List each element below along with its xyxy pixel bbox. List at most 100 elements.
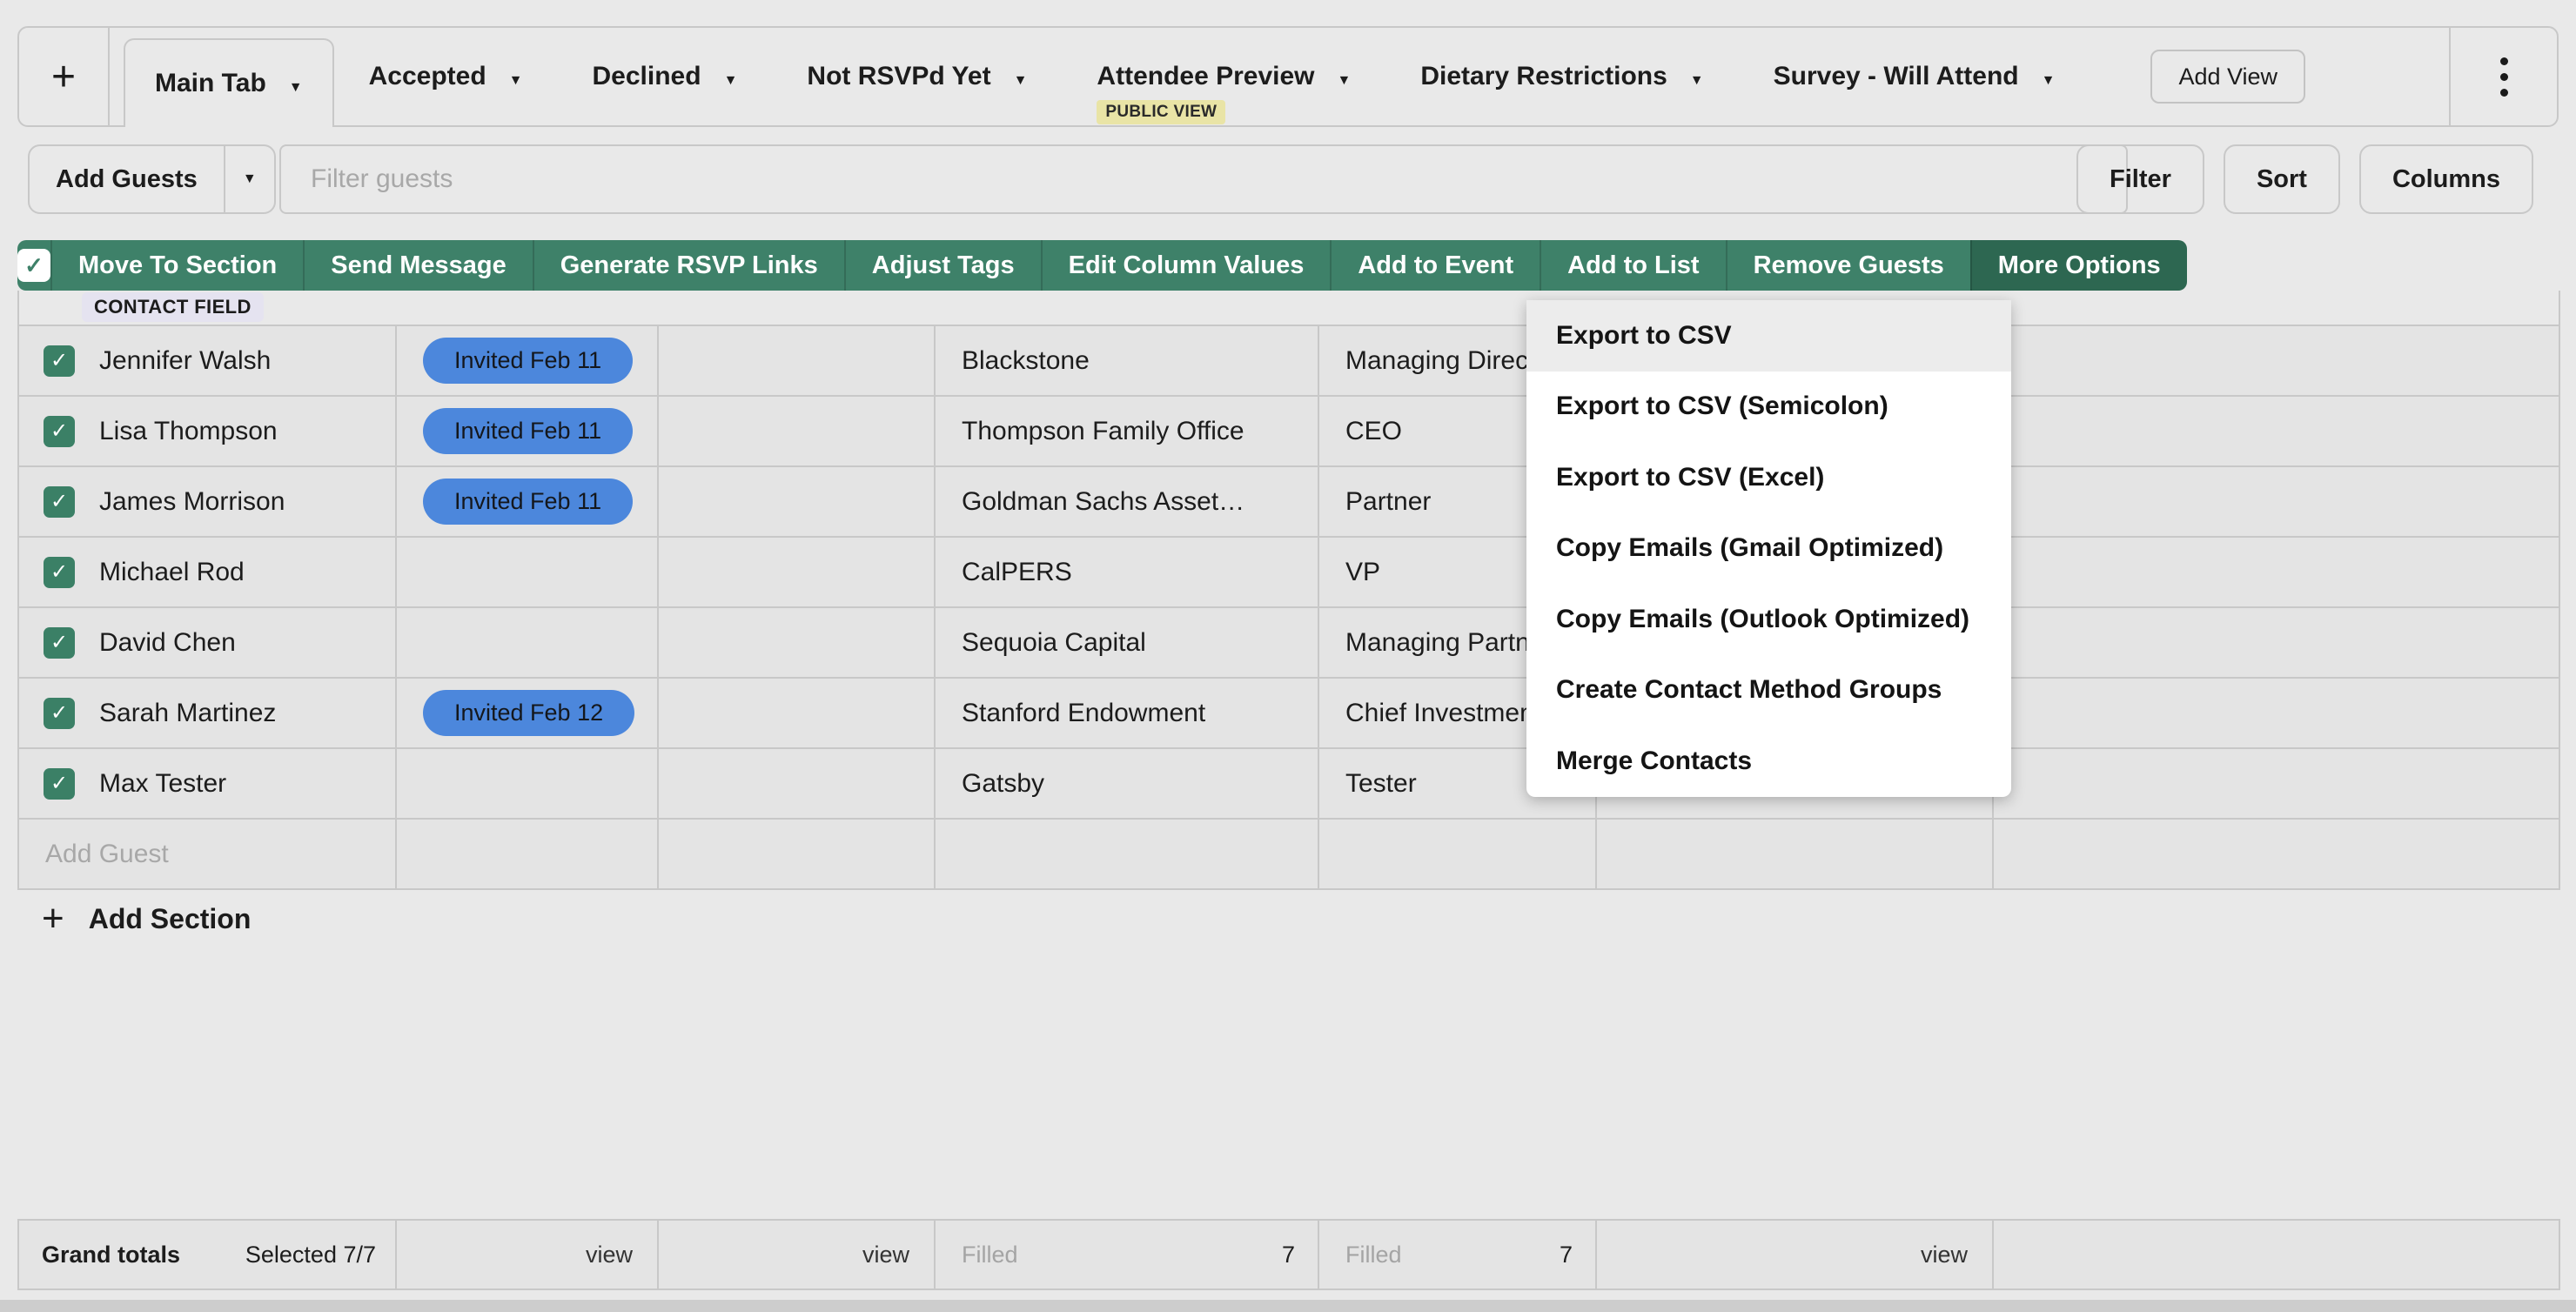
view-tab[interactable]: Accepted bbox=[334, 28, 558, 125]
empty-cell[interactable] bbox=[1994, 538, 2559, 606]
empty-cell[interactable] bbox=[1597, 820, 1994, 888]
chevron-down-icon bbox=[724, 62, 738, 91]
empty-cell[interactable] bbox=[659, 538, 936, 606]
empty-cell[interactable] bbox=[1994, 467, 2559, 536]
view-tab-label: Attendee Preview bbox=[1097, 62, 1314, 91]
invite-status-cell[interactable] bbox=[397, 749, 659, 818]
add-guests-split-button[interactable]: Add Guests bbox=[28, 144, 276, 214]
invite-status-cell[interactable]: Invited Feb 11 bbox=[397, 326, 659, 395]
bulk-action-button[interactable]: Adjust Tags bbox=[844, 240, 1041, 291]
menu-item[interactable]: Export to CSV (Semicolon) bbox=[1526, 372, 2011, 443]
empty-cell[interactable] bbox=[659, 820, 936, 888]
view-tab[interactable]: Not RSVPd Yet bbox=[772, 28, 1062, 125]
bulk-action-button[interactable]: More Options bbox=[1970, 240, 2187, 291]
guest-name-cell[interactable]: Jennifer Walsh bbox=[19, 326, 397, 395]
table-row: Max Tester Gatsby Tester bbox=[19, 749, 2559, 820]
empty-cell[interactable] bbox=[659, 608, 936, 677]
invite-status-cell[interactable]: Invited Feb 12 bbox=[397, 679, 659, 747]
empty-cell[interactable] bbox=[1994, 679, 2559, 747]
guest-name-cell[interactable]: Sarah Martinez bbox=[19, 679, 397, 747]
menu-item[interactable]: Export to CSV (Excel) bbox=[1526, 442, 2011, 513]
menu-item[interactable]: Merge Contacts bbox=[1526, 726, 2011, 797]
empty-cell[interactable] bbox=[1994, 397, 2559, 465]
company-cell[interactable]: Goldman Sachs Asset… bbox=[936, 467, 1319, 536]
bulk-action-button[interactable]: Send Message bbox=[303, 240, 532, 291]
col6-summary[interactable]: view bbox=[1597, 1221, 1994, 1289]
empty-cell[interactable] bbox=[1994, 608, 2559, 677]
row-checkbox[interactable] bbox=[44, 486, 75, 518]
add-guests-label[interactable]: Add Guests bbox=[30, 146, 224, 212]
empty-cell[interactable] bbox=[659, 326, 936, 395]
empty-cell[interactable] bbox=[1319, 820, 1597, 888]
empty-cell[interactable] bbox=[659, 749, 936, 818]
empty-cell[interactable] bbox=[1994, 820, 2559, 888]
company-col-summary[interactable]: Filled 7 bbox=[936, 1221, 1319, 1289]
empty-cell[interactable] bbox=[1994, 326, 2559, 395]
invite-status-badge: Invited Feb 11 bbox=[423, 479, 633, 525]
company-cell[interactable]: CalPERS bbox=[936, 538, 1319, 606]
invite-status-cell[interactable]: Invited Feb 11 bbox=[397, 467, 659, 536]
empty-cell[interactable] bbox=[397, 820, 659, 888]
add-guest-cell[interactable]: Add Guest bbox=[19, 820, 397, 888]
invite-col-summary[interactable]: view bbox=[397, 1221, 659, 1289]
table-row: Lisa Thompson Invited Feb 11 Thompson Fa… bbox=[19, 397, 2559, 467]
view-tab[interactable]: Attendee Preview PUBLIC VIEW bbox=[1062, 28, 1385, 125]
empty-cell[interactable] bbox=[1994, 749, 2559, 818]
empty-cell[interactable] bbox=[936, 820, 1319, 888]
row-checkbox[interactable] bbox=[44, 557, 75, 588]
invite-status-cell[interactable]: Invited Feb 11 bbox=[397, 397, 659, 465]
sort-button[interactable]: Sort bbox=[2224, 144, 2340, 214]
guest-name-cell[interactable]: Lisa Thompson bbox=[19, 397, 397, 465]
plus-icon bbox=[42, 900, 64, 938]
company-cell[interactable]: Thompson Family Office bbox=[936, 397, 1319, 465]
select-all-checkbox[interactable] bbox=[17, 249, 50, 282]
menu-item[interactable]: Create Contact Method Groups bbox=[1526, 655, 2011, 726]
add-view-button[interactable]: Add View bbox=[2150, 50, 2305, 104]
menu-item[interactable]: Copy Emails (Gmail Optimized) bbox=[1526, 513, 2011, 585]
empty-summary-cell bbox=[1994, 1221, 2559, 1289]
bulk-action-button[interactable]: Remove Guests bbox=[1726, 240, 1970, 291]
row-checkbox[interactable] bbox=[44, 698, 75, 729]
bulk-action-button[interactable]: Move To Section bbox=[50, 240, 303, 291]
columns-button[interactable]: Columns bbox=[2359, 144, 2533, 214]
add-guests-dropdown-button[interactable] bbox=[224, 146, 274, 212]
filter-button[interactable]: Filter bbox=[2076, 144, 2204, 214]
company-cell[interactable]: Gatsby bbox=[936, 749, 1319, 818]
more-options-menu: Export to CSVExport to CSV (Semicolon)Ex… bbox=[1526, 300, 2011, 797]
bulk-action-button[interactable]: Add to Event bbox=[1330, 240, 1540, 291]
row-checkbox[interactable] bbox=[44, 627, 75, 659]
overflow-menu-button[interactable] bbox=[2449, 28, 2557, 125]
title-col-summary[interactable]: Filled 7 bbox=[1319, 1221, 1597, 1289]
guest-name-cell[interactable]: David Chen bbox=[19, 608, 397, 677]
add-guest-row: Add Guest bbox=[19, 820, 2559, 890]
company-cell[interactable]: Blackstone bbox=[936, 326, 1319, 395]
add-tab-button[interactable]: + bbox=[19, 28, 110, 125]
chevron-down-icon bbox=[509, 62, 523, 91]
view-tab-label: Survey - Will Attend bbox=[1774, 62, 2019, 91]
filter-guests-input[interactable] bbox=[279, 144, 2128, 214]
add-section-button[interactable]: Add Section bbox=[42, 893, 251, 945]
invite-status-cell[interactable] bbox=[397, 538, 659, 606]
bulk-action-button[interactable]: Edit Column Values bbox=[1041, 240, 1331, 291]
row-checkbox[interactable] bbox=[44, 416, 75, 447]
invite-status-cell[interactable] bbox=[397, 608, 659, 677]
bulk-action-button[interactable]: Add to List bbox=[1540, 240, 1725, 291]
bulk-action-button[interactable]: Generate RSVP Links bbox=[533, 240, 844, 291]
menu-item[interactable]: Copy Emails (Outlook Optimized) bbox=[1526, 584, 2011, 655]
view-tab[interactable]: Declined bbox=[558, 28, 773, 125]
view-tab[interactable]: Main Tab bbox=[124, 38, 334, 127]
empty-cell[interactable] bbox=[659, 467, 936, 536]
guest-name-cell[interactable]: Max Tester bbox=[19, 749, 397, 818]
guest-name-cell[interactable]: Michael Rod bbox=[19, 538, 397, 606]
empty-cell[interactable] bbox=[659, 397, 936, 465]
view-tab[interactable]: Dietary Restrictions bbox=[1385, 28, 1738, 125]
guest-name-cell[interactable]: James Morrison bbox=[19, 467, 397, 536]
company-cell[interactable]: Sequoia Capital bbox=[936, 608, 1319, 677]
company-cell[interactable]: Stanford Endowment bbox=[936, 679, 1319, 747]
row-checkbox[interactable] bbox=[44, 768, 75, 800]
view-tab[interactable]: Survey - Will Attend bbox=[1739, 28, 2090, 125]
menu-item[interactable]: Export to CSV bbox=[1526, 300, 2011, 372]
col3-summary[interactable]: view bbox=[659, 1221, 936, 1289]
row-checkbox[interactable] bbox=[44, 345, 75, 377]
empty-cell[interactable] bbox=[659, 679, 936, 747]
